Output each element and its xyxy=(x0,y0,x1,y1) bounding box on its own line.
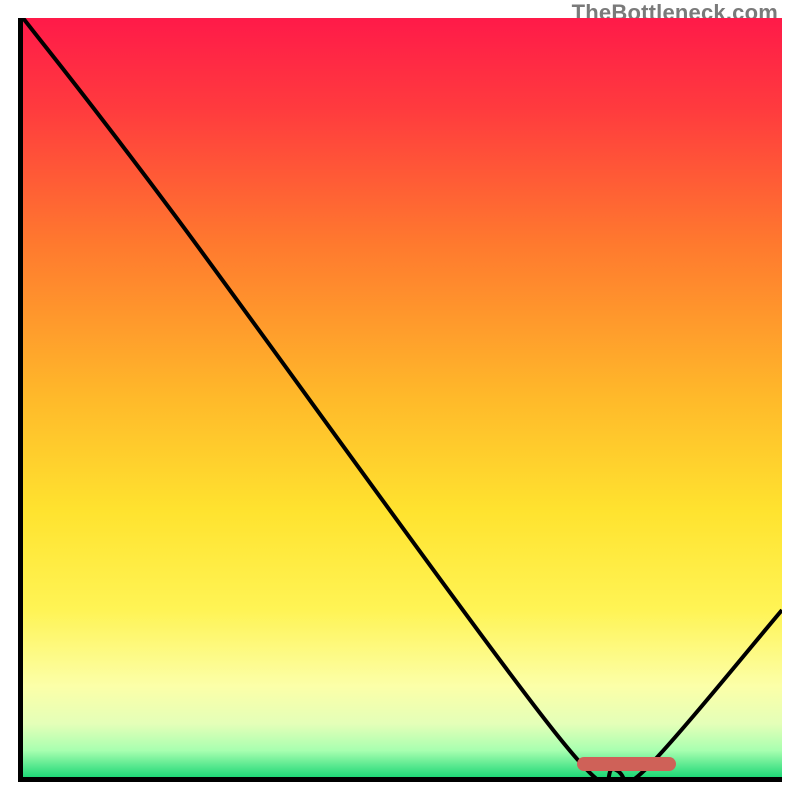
optimal-range-marker xyxy=(577,757,676,771)
chart-curve xyxy=(23,18,782,777)
bottleneck-curve-path xyxy=(23,18,782,777)
chart-plot-area xyxy=(18,18,782,782)
